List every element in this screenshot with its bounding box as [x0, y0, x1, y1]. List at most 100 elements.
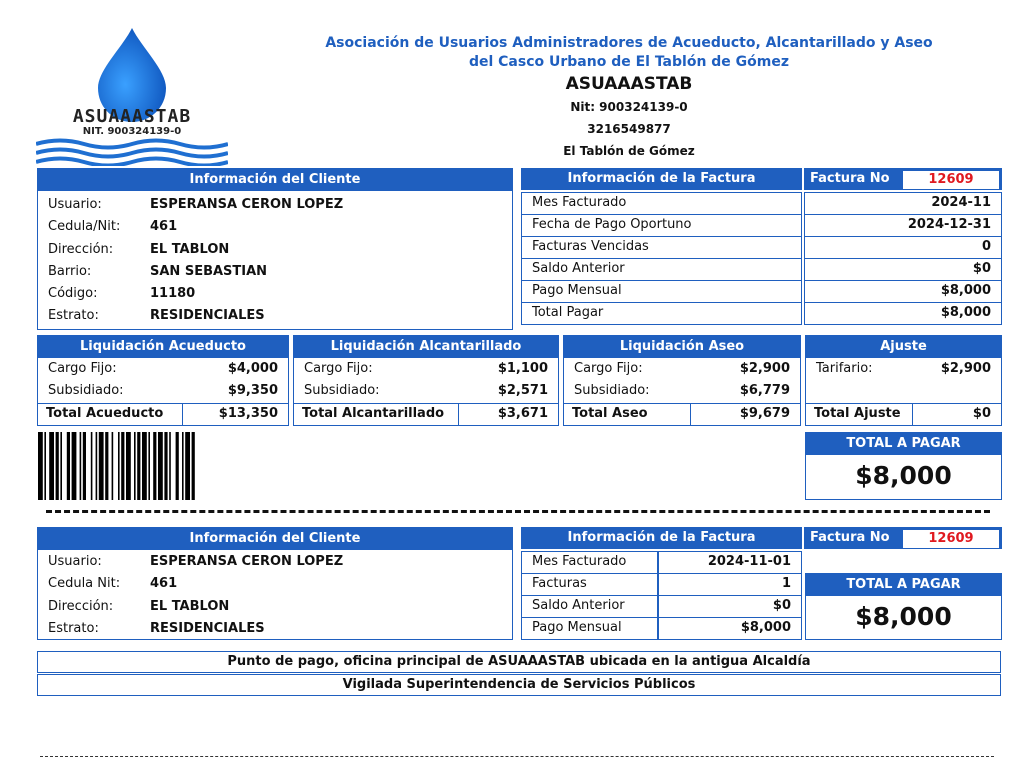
invoice-row-value: $8,000	[804, 280, 1002, 303]
stub-total-to-pay-panel: TOTAL A PAGAR $8,000	[805, 573, 1002, 640]
liquidacion-aseo-panel: Liquidación Aseo Cargo Fijo: $2,900 Subsi…	[563, 335, 801, 426]
stub-invoice-info-title: Información de la Factura	[521, 527, 802, 549]
bottom-cut-line	[40, 756, 994, 757]
total-to-pay-value: $8,000	[855, 461, 952, 490]
liquidacion-total-row: Total Alcantarillado $3,671	[294, 403, 558, 425]
client-row: Usuario: ESPERANSA CERON LOPEZ	[48, 197, 344, 212]
barcode-bar	[121, 432, 125, 500]
ajuste-title: Ajuste	[806, 336, 1001, 358]
cut-line	[46, 510, 990, 513]
liquidacion-row: Cargo Fijo: $1,100	[304, 361, 548, 376]
logo-nit: NIT. 900324139-0	[82, 126, 182, 137]
barcode-icon	[38, 432, 195, 500]
stub-client-row: Estrato: RESIDENCIALES	[48, 620, 265, 636]
client-info-title: Información del Cliente	[38, 169, 512, 191]
ajuste-panel: Ajuste Tarifario: $2,900 Total Ajuste $0	[805, 335, 1002, 426]
header-line1: Asociación de Usuarios Administradores d…	[325, 35, 933, 51]
header-nit: Nit: 900324139-0	[570, 100, 688, 114]
liquidacion-row: Subsidiado: $2,571	[304, 383, 548, 398]
stub-total-to-pay-label: TOTAL A PAGAR	[806, 574, 1001, 596]
stub-total-to-pay-value: $8,000	[855, 602, 952, 631]
barcode-bar	[95, 432, 98, 500]
total-to-pay-label: TOTAL A PAGAR	[806, 433, 1001, 455]
barcode-bar	[82, 432, 86, 500]
stub-invoice-row-label: Facturas Vencidas	[521, 573, 659, 596]
liquidacion-total-row: Total Acueducto $13,350	[38, 403, 288, 425]
barcode-bar	[44, 432, 46, 500]
client-row: Estrato: RESIDENCIALES	[48, 308, 265, 324]
barcode-bar	[79, 432, 82, 500]
header-company-name: ASUAAASTAB	[565, 74, 693, 94]
barcode-bar	[164, 432, 168, 500]
total-to-pay-panel: TOTAL A PAGAR $8,000	[805, 432, 1002, 500]
invoice-info-panel: Información de la Factura Factura No 126…	[521, 168, 1002, 330]
barcode-bar	[169, 432, 171, 500]
invoice-row-value: 2024-11	[804, 192, 1002, 215]
invoice-row-label: Facturas Vencidas	[521, 236, 802, 259]
logo-name: ASUAAASTAB	[72, 106, 192, 127]
stub-client-info-panel: Información del Cliente Usuario: ESPERANS…	[37, 527, 513, 640]
stub-client-row: Usuario: ESPERANSA CERON LOPEZ	[48, 554, 344, 569]
stub-invoice-row-label: Saldo Anterior	[521, 595, 659, 618]
invoice-row-label: Mes Facturado	[521, 192, 802, 215]
ajuste-total-row: Total Ajuste $0	[806, 403, 1001, 425]
barcode-bar	[134, 432, 136, 500]
barcode-bar	[118, 432, 120, 500]
invoice-row-label: Saldo Anterior	[521, 258, 802, 281]
client-row: Cedula/Nit: 461	[48, 219, 178, 235]
barcode-bar	[158, 432, 163, 500]
invoice-row-value: $0	[804, 258, 1002, 281]
liquidacion-title: Liquidación Alcantarillado	[294, 336, 558, 358]
footer-supervision: Vigilada Superintendencia de Servicios P…	[37, 674, 1001, 696]
invoice-row-label: Fecha de Pago Oportuno	[521, 214, 802, 237]
invoice-row-label: Total Pagar	[521, 302, 802, 325]
liquidacion-row: Cargo Fijo: $2,900	[574, 361, 790, 376]
invoice-row-label: Pago Mensual	[521, 280, 802, 303]
company-logo: ASUAAASTAB NIT. 900324139-0	[35, 26, 229, 168]
invoice-row-value: 2024-12-31	[804, 214, 1002, 237]
barcode-bar	[49, 432, 54, 500]
footer-payment-point: Punto de pago, oficina principal de ASUA…	[37, 651, 1001, 673]
barcode-bar	[191, 432, 195, 500]
stub-invoice-row-value: $0	[657, 595, 802, 618]
client-row: Barrio: SAN SEBASTIAN	[48, 263, 268, 279]
client-row: Código: 11180	[48, 286, 196, 302]
stub-client-row: Dirección: EL TABLON	[48, 598, 230, 614]
barcode-bar	[55, 432, 59, 500]
stub-invoice-info-panel: Información de la Factura Factura No 126…	[521, 527, 1002, 640]
invoice-row-value: 0	[804, 236, 1002, 259]
barcode-bar	[90, 432, 93, 500]
invoice-row-value: $8,000	[804, 302, 1002, 325]
stub-invoice-row-label: Mes Facturado	[521, 551, 659, 574]
liquidacion-row: Subsidiado: $9,350	[48, 383, 278, 398]
header-city: El Tablón de Gómez	[563, 144, 695, 158]
liquidacion-row: Cargo Fijo: $4,000	[48, 361, 278, 376]
barcode-bar	[66, 432, 70, 500]
header: Asociación de Usuarios Administradores d…	[300, 34, 958, 162]
barcode-bar	[153, 432, 157, 500]
barcode-bar	[148, 432, 150, 500]
liquidacion-title: Liquidación Acueducto	[38, 336, 288, 358]
header-line2: del Casco Urbano de El Tablón de Gómez	[468, 54, 790, 70]
barcode-bar	[137, 432, 141, 500]
barcode	[38, 432, 282, 500]
stub-invoice-number-value: 12609	[903, 530, 999, 548]
barcode-bar	[105, 432, 109, 500]
invoice-number-value: 12609	[903, 171, 999, 189]
barcode-bar	[111, 432, 114, 500]
liquidacion-acueducto-panel: Liquidación Acueducto Cargo Fijo: $4,000 …	[37, 335, 289, 426]
barcode-bar	[182, 432, 184, 500]
barcode-bar	[175, 432, 179, 500]
barcode-bar	[185, 432, 190, 500]
stub-invoice-row-label: Pago Mensual	[521, 617, 659, 640]
barcode-bar	[126, 432, 131, 500]
barcode-bar	[38, 432, 43, 500]
stub-invoice-row-value: 2024-11-01	[657, 551, 802, 574]
client-info-panel: Información del Cliente Usuario: ESPERANS…	[37, 168, 513, 330]
stub-invoice-row-value: $8,000	[657, 617, 802, 640]
invoice-info-title: Información de la Factura	[521, 168, 802, 190]
liquidacion-row: Subsidiado: $6,779	[574, 383, 790, 398]
stub-client-info-title: Información del Cliente	[38, 528, 512, 550]
liquidacion-alcantarillado-panel: Liquidación Alcantarillado Cargo Fijo: $1…	[293, 335, 559, 426]
barcode-bar	[71, 432, 77, 500]
